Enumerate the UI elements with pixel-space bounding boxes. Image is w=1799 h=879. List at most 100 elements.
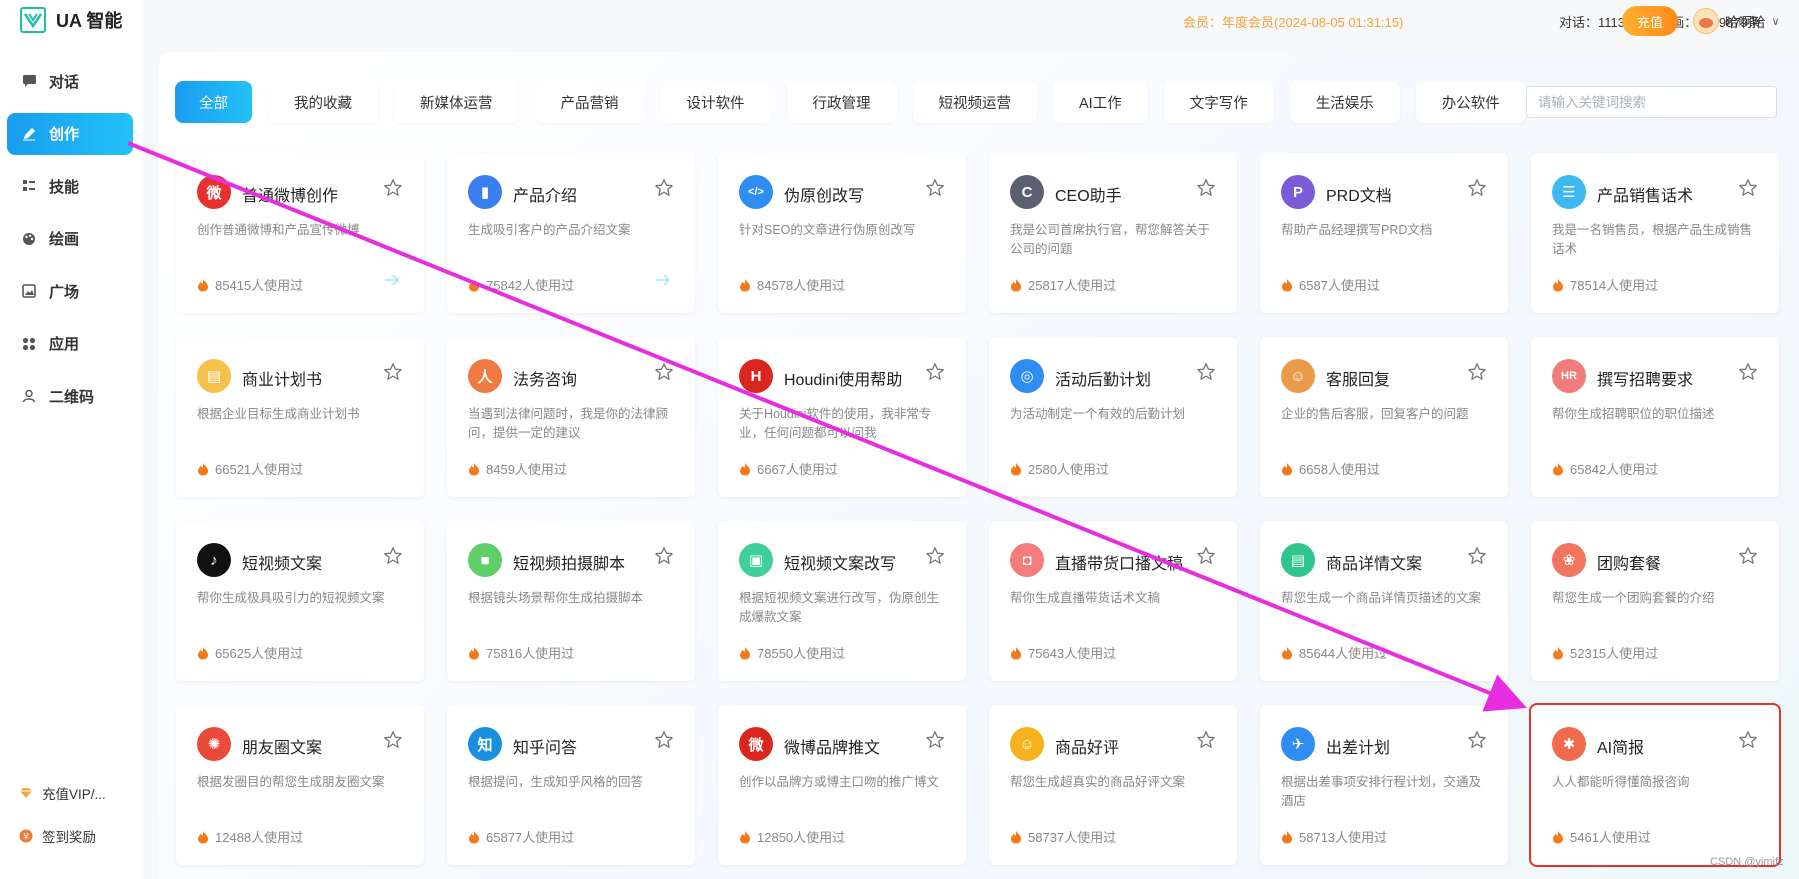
app-card[interactable]: ◘ 直播带货口播文稿 帮你生成直播带货话术文稿 75643人使用过 bbox=[989, 521, 1237, 681]
favorite-star-icon[interactable] bbox=[653, 361, 675, 383]
app-card[interactable]: 微微博品牌推文 创作以品牌方或博主口吻的推广博文 12850人使用过 bbox=[718, 705, 966, 865]
card-description: 关于Houdini软件的使用，我非常专业，任何问题都可以问我 bbox=[739, 407, 932, 440]
app-card[interactable]: 人法务咨询 当遇到法律问题时，我是你的法律顾问，提供一定的建议 8459人使用过 bbox=[447, 337, 695, 497]
tab-6[interactable]: 短视频运营 bbox=[912, 81, 1037, 123]
recharge-button[interactable]: 充值 bbox=[1622, 6, 1678, 36]
recharge-vip-label: 充值VIP/... bbox=[42, 787, 106, 802]
usage-count-label: 75816人使用过 bbox=[486, 646, 575, 661]
favorite-star-icon[interactable] bbox=[1737, 545, 1759, 567]
app-card[interactable]: 微普通微博创作 创作普通微博和产品宣传微博 85415人使用过 bbox=[176, 153, 424, 313]
app-card[interactable]: 知知乎问答 根据提问，生成知乎风格的回答 65877人使用过 bbox=[447, 705, 695, 865]
app-card[interactable]: ❀ 团购套餐 帮您生成一个团购套餐的介绍 52315人使用过 bbox=[1531, 521, 1779, 681]
favorite-star-icon[interactable] bbox=[382, 729, 404, 751]
card-title: 客服回复 bbox=[1326, 372, 1391, 389]
favorite-star-icon[interactable] bbox=[1737, 177, 1759, 199]
sidebar-item-1[interactable]: 创作 bbox=[7, 112, 133, 155]
checkin-reward-link[interactable]: ¥ 签到奖励 bbox=[18, 825, 138, 847]
avatar bbox=[1693, 8, 1719, 34]
tiktok-icon: ♪ bbox=[197, 543, 231, 577]
app-card[interactable]: H Houdini使用帮助 关于Houdini软件的使用，我非常专业，任何问题都可以… bbox=[718, 337, 966, 497]
favorite-star-icon[interactable] bbox=[924, 361, 946, 383]
card-description: 当遇到法律问题时，我是你的法律顾问，提供一定的建议 bbox=[468, 407, 669, 440]
usage-count-label: 78514人使用过 bbox=[1570, 278, 1659, 293]
app-card[interactable]: HR 撰写招聘要求 帮你生成招聘职位的职位描述 65842人使用过 bbox=[1531, 337, 1779, 497]
tab-3[interactable]: 产品营销 bbox=[534, 81, 645, 123]
favorite-star-icon[interactable] bbox=[382, 545, 404, 567]
favorite-star-icon[interactable] bbox=[382, 177, 404, 199]
app-card[interactable]: ■ 短视频拍摄脚本 根据镜头场景帮你生成拍摄脚本 75816人使用过 bbox=[447, 521, 695, 681]
card-title: 知乎问答 bbox=[513, 740, 578, 757]
favorite-star-icon[interactable] bbox=[382, 361, 404, 383]
tab-8[interactable]: 文字写作 bbox=[1163, 81, 1274, 123]
favorite-star-icon[interactable] bbox=[924, 729, 946, 751]
app-card[interactable]: ✺ 朋友圈文案 根据发圈目的帮您生成朋友圈文案 12488人使用过 bbox=[176, 705, 424, 865]
brand[interactable]: UA 智能 bbox=[20, 6, 122, 34]
flame-icon bbox=[739, 278, 751, 292]
app-card[interactable]: ☺ 客服回复 企业的售后客服，回复客户的问题 6658人使用过 bbox=[1260, 337, 1508, 497]
sidebar-item-5[interactable]: 应用 bbox=[7, 323, 133, 365]
tab-1[interactable]: 我的收藏 bbox=[268, 81, 378, 123]
tab-7[interactable]: AI工作 bbox=[1053, 81, 1148, 123]
favorite-star-icon[interactable] bbox=[1466, 545, 1488, 567]
usage-count: 5461人使用过 bbox=[1552, 827, 1651, 846]
tab-0[interactable]: 全部 bbox=[175, 81, 252, 123]
card-description: 根据出差事项安排行程计划，交通及酒店 bbox=[1281, 775, 1482, 808]
favorite-star-icon[interactable] bbox=[924, 545, 946, 567]
app-card[interactable]: ▤ 商品详情文案 帮您生成一个商品详情页描述的文案 85644人使用过 bbox=[1260, 521, 1508, 681]
favorite-star-icon[interactable] bbox=[653, 729, 675, 751]
app-card[interactable]: ▤ 商业计划书 根据企业目标生成商业计划书 66521人使用过 bbox=[176, 337, 424, 497]
favorite-star-icon[interactable] bbox=[653, 177, 675, 199]
flame-icon bbox=[1010, 278, 1022, 292]
sidebar-item-0[interactable]: 对话 bbox=[7, 60, 133, 102]
favorite-star-icon[interactable] bbox=[653, 545, 675, 567]
vip-membership-info: 会员：年度会员(2024-08-05 01:31:15) bbox=[1183, 15, 1404, 30]
app-card[interactable]: ✈ 出差计划 根据出差事项安排行程计划，交通及酒店 58713人使用过 bbox=[1260, 705, 1508, 865]
card-description: 人人都能听得懂简报咨询 bbox=[1552, 775, 1690, 789]
app-card[interactable]: ◎ 活动后勤计划 为活动制定一个有效的后勤计划 2580人使用过 bbox=[989, 337, 1237, 497]
card-description: 帮助产品经理撰写PRD文档 bbox=[1281, 223, 1433, 237]
usage-count: 75842人使用过 bbox=[468, 275, 574, 294]
app-card[interactable]: </> 伪原创改写 针对SEO的文章进行伪原创改写 84578人使用过 bbox=[718, 153, 966, 313]
favorite-star-icon[interactable] bbox=[1737, 361, 1759, 383]
favorite-star-icon[interactable] bbox=[1195, 545, 1217, 567]
sidebar-item-4[interactable]: 广场 bbox=[7, 270, 133, 312]
favorite-star-icon[interactable] bbox=[1466, 361, 1488, 383]
favorite-star-icon[interactable] bbox=[1195, 729, 1217, 751]
flame-icon bbox=[739, 830, 751, 844]
favorite-star-icon[interactable] bbox=[1195, 177, 1217, 199]
app-card[interactable]: ♪ 短视频文案 帮你生成极具吸引力的短视频文案 65625人使用过 bbox=[176, 521, 424, 681]
app-card[interactable]: C CEO助手 我是公司首席执行官，帮您解答关于公司的问题 25817人使用过 bbox=[989, 153, 1237, 313]
sidebar-item-6[interactable]: 二维码 bbox=[7, 375, 133, 417]
sidebar-item-3[interactable]: 绘画 bbox=[7, 218, 133, 260]
tab-10[interactable]: 办公软件 bbox=[1415, 81, 1526, 123]
aperture-icon: ✺ bbox=[197, 727, 231, 761]
user-menu[interactable]: 哈啊哈 ∨ bbox=[1693, 8, 1780, 34]
tab-2[interactable]: 新媒体运营 bbox=[394, 81, 519, 123]
flame-icon bbox=[197, 830, 209, 844]
search-input[interactable] bbox=[1526, 86, 1777, 118]
houdini-logo-icon: H bbox=[739, 359, 773, 393]
app-card[interactable]: ▮ 产品介绍 生成吸引客户的产品介绍文案 75842人使用过 bbox=[447, 153, 695, 313]
sidebar-item-2[interactable]: 技能 bbox=[7, 165, 133, 207]
favorite-star-icon[interactable] bbox=[1195, 361, 1217, 383]
image-icon bbox=[21, 283, 37, 299]
tab-9[interactable]: 生活娱乐 bbox=[1289, 81, 1400, 123]
app-card[interactable]: ☰ 产品销售话术 我是一名销售员，根据产品生成销售话术 78514人使用过 bbox=[1531, 153, 1779, 313]
arrow-right-icon[interactable] bbox=[655, 273, 671, 291]
arrow-right-icon[interactable] bbox=[384, 273, 400, 291]
usage-count: 25817人使用过 bbox=[1010, 275, 1116, 294]
app-card[interactable]: ☺ 商品好评 帮您生成超真实的商品好评文案 58737人使用过 bbox=[989, 705, 1237, 865]
card-title: 出差计划 bbox=[1326, 740, 1391, 757]
card-description: 帮您生成一个商品详情页描述的文案 bbox=[1281, 591, 1482, 605]
tab-4[interactable]: 设计软件 bbox=[660, 81, 771, 123]
favorite-star-icon[interactable] bbox=[1466, 729, 1488, 751]
app-card[interactable]: ▣ 短视频文案改写 根据短视频文案进行改写，伪原创生成爆款文案 78550人使用过 bbox=[718, 521, 966, 681]
flame-icon bbox=[1552, 646, 1564, 660]
app-card[interactable]: ✱ AI简报 人人都能听得懂简报咨询 5461人使用过 bbox=[1529, 703, 1781, 867]
favorite-star-icon[interactable] bbox=[1466, 177, 1488, 199]
favorite-star-icon[interactable] bbox=[924, 177, 946, 199]
tab-5[interactable]: 行政管理 bbox=[786, 81, 897, 123]
recharge-vip-link[interactable]: 充值VIP/... bbox=[18, 782, 138, 804]
app-card[interactable]: P PRD文档 帮助产品经理撰写PRD文档 6587人使用过 bbox=[1260, 153, 1508, 313]
favorite-star-icon[interactable] bbox=[1737, 729, 1759, 751]
